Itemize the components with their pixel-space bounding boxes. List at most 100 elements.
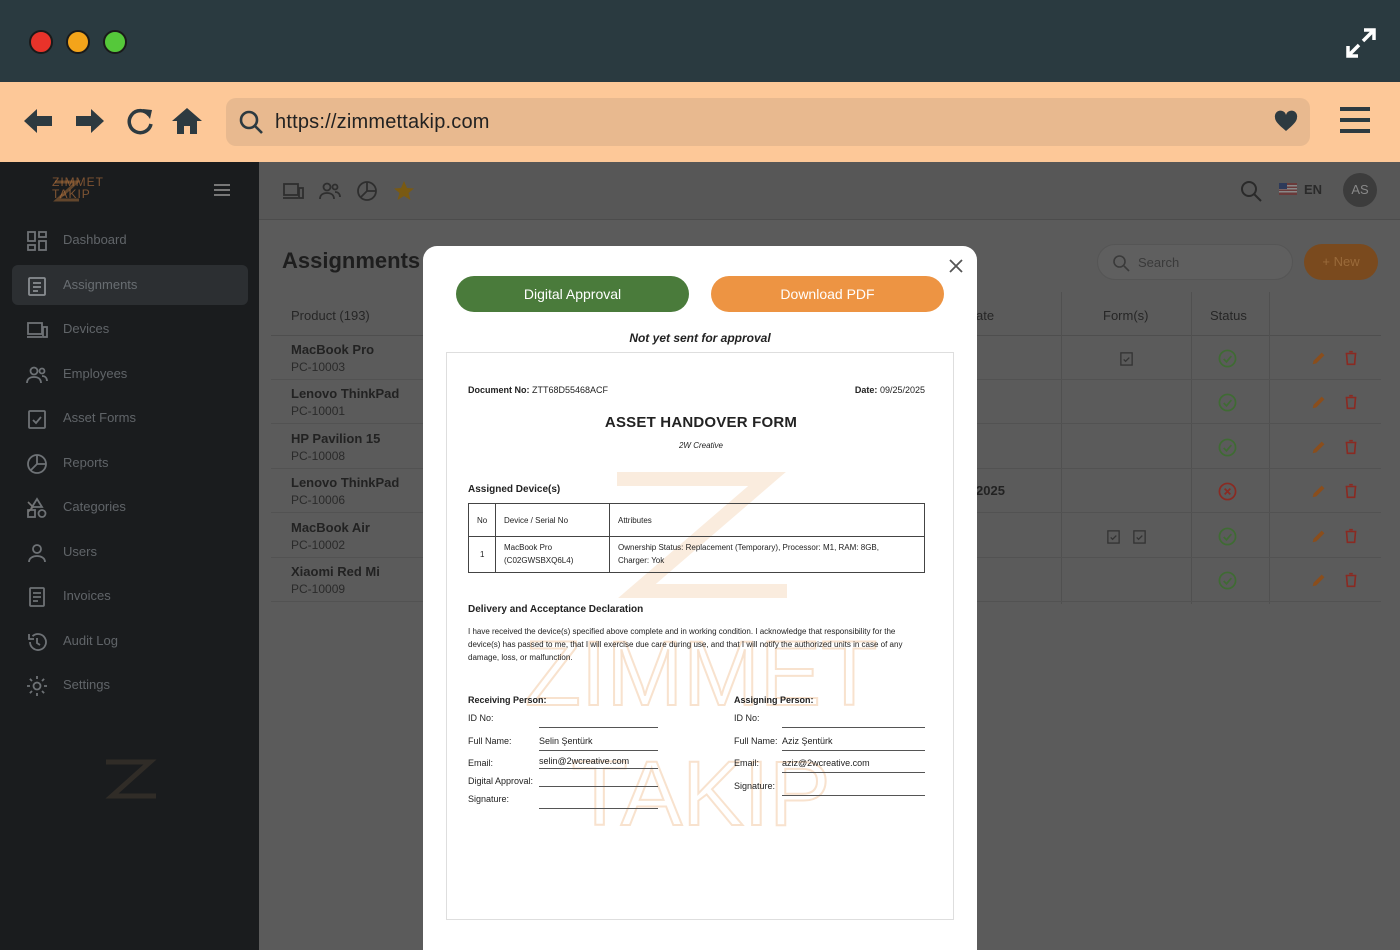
form-document-icon[interactable] — [1106, 529, 1121, 544]
language-selector[interactable]: EN — [1304, 182, 1322, 197]
trash-icon[interactable] — [1342, 482, 1360, 500]
signature-line — [539, 768, 658, 769]
search-icon — [1113, 255, 1130, 272]
sidebar-item-invoices[interactable]: Invoices — [12, 576, 248, 616]
search-icon[interactable] — [1240, 180, 1262, 202]
digital-approval-button[interactable]: Digital Approval — [456, 276, 689, 312]
collapse-menu-icon[interactable] — [214, 184, 230, 196]
trash-icon[interactable] — [1342, 349, 1360, 367]
minimize-window-button[interactable] — [66, 30, 90, 54]
search-icon — [239, 110, 263, 134]
zoom-window-button[interactable] — [103, 30, 127, 54]
sidebar-item-devices[interactable]: Devices — [12, 309, 248, 349]
address-bar[interactable]: https://zimmettakip.com — [226, 98, 1310, 146]
doc-company: 2W Creative — [678, 441, 723, 450]
trash-icon[interactable] — [1342, 527, 1360, 545]
trash-icon[interactable] — [1342, 393, 1360, 411]
doc-date-line: Date: 09/25/2025 — [855, 385, 925, 395]
edit-pencil-icon[interactable] — [1310, 393, 1328, 411]
home-icon[interactable] — [170, 104, 204, 138]
check-circle-icon — [1218, 349, 1237, 368]
product-name[interactable]: Lenovo ThinkPad — [291, 475, 399, 490]
star-icon[interactable] — [393, 180, 415, 202]
logo-text: ZIMMET TAKIP — [52, 175, 104, 201]
gear-icon — [27, 676, 47, 696]
sidebar-item-audit-log[interactable]: Audit Log — [12, 621, 248, 661]
document-preview: ZIMMET TAKIP Document No: ZTT68D55468ACF… — [446, 352, 954, 920]
fullscreen-icon[interactable] — [1344, 26, 1378, 60]
us-flag-icon — [1279, 183, 1297, 195]
receiving-approval-label: Digital Approval: — [468, 776, 534, 786]
sidebar: ZIMMET TAKIP Dashboard Assignments Devic… — [0, 162, 259, 950]
user-icon — [28, 544, 46, 563]
devices-icon[interactable] — [282, 180, 304, 202]
form-document-icon[interactable] — [1119, 351, 1134, 366]
sidebar-item-users[interactable]: Users — [12, 532, 248, 572]
sidebar-item-assignments[interactable]: Assignments — [12, 265, 248, 305]
trash-icon[interactable] — [1342, 571, 1360, 589]
column-header-date[interactable]: ate — [976, 308, 994, 323]
sidebar-item-reports[interactable]: Reports — [12, 443, 248, 483]
avatar[interactable]: AS — [1343, 173, 1377, 207]
product-name[interactable]: HP Pavilion 15 — [291, 431, 380, 446]
invoice-icon — [29, 587, 45, 607]
product-name[interactable]: MacBook Air — [291, 520, 370, 535]
reload-icon[interactable] — [123, 104, 157, 138]
sidebar-item-label: Assignments — [63, 277, 138, 292]
doc-date: 09/25/2025 — [879, 385, 925, 395]
menu-icon[interactable] — [1340, 104, 1370, 136]
column-header-status[interactable]: Status — [1210, 308, 1247, 323]
assigning-heading: Assigning Person: — [734, 695, 814, 705]
table-cell-device: MacBook Pro — [504, 543, 553, 552]
heart-icon[interactable] — [1274, 110, 1298, 134]
check-circle-icon — [1218, 527, 1237, 546]
sidebar-item-dashboard[interactable]: Dashboard — [12, 220, 248, 260]
history-icon — [28, 633, 47, 651]
product-name[interactable]: Xiaomi Red Mi — [291, 564, 380, 579]
edit-pencil-icon[interactable] — [1310, 571, 1328, 589]
edit-pencil-icon[interactable] — [1310, 438, 1328, 456]
sidebar-item-settings[interactable]: Settings — [12, 665, 248, 705]
table-cell-serial: (C02GWSBXQ6L4) — [504, 556, 574, 565]
signature-line — [539, 750, 658, 751]
page-title: Assignments — [282, 248, 421, 273]
sidebar-item-categories[interactable]: Categories — [12, 487, 248, 527]
new-button[interactable]: + New — [1304, 244, 1378, 280]
forward-arrow-icon[interactable] — [73, 104, 107, 138]
assigning-id-label: ID No: — [734, 713, 760, 723]
people-icon[interactable] — [319, 180, 341, 202]
trash-icon[interactable] — [1342, 438, 1360, 456]
table-divider — [469, 536, 924, 537]
sidebar-item-employees[interactable]: Employees — [12, 354, 248, 394]
column-header-forms[interactable]: Form(s) — [1103, 308, 1149, 323]
sidebar-item-label: Categories — [63, 499, 126, 514]
sidebar-item-asset-forms[interactable]: Asset Forms — [12, 398, 248, 438]
pie-chart-icon[interactable] — [356, 180, 378, 202]
close-window-button[interactable] — [29, 30, 53, 54]
search-input[interactable]: Search — [1097, 244, 1293, 280]
check-circle-icon — [1218, 571, 1237, 590]
edit-pencil-icon[interactable] — [1310, 349, 1328, 367]
product-name[interactable]: Lenovo ThinkPad — [291, 386, 399, 401]
close-icon[interactable] — [948, 258, 964, 274]
edit-pencil-icon[interactable] — [1310, 482, 1328, 500]
download-pdf-button[interactable]: Download PDF — [711, 276, 944, 312]
product-name[interactable]: MacBook Pro — [291, 342, 374, 357]
approval-status-text: Not yet sent for approval — [629, 331, 771, 345]
back-arrow-icon[interactable] — [21, 104, 55, 138]
signature-line — [539, 786, 658, 787]
assigning-email: aziz@2wcreative.com — [782, 758, 870, 768]
sidebar-item-label: Settings — [63, 677, 110, 692]
edit-pencil-icon[interactable] — [1310, 527, 1328, 545]
column-header-product[interactable]: Product (193) — [291, 308, 370, 323]
form-download-icon[interactable] — [1132, 529, 1147, 544]
doc-date-label: Date: — [854, 385, 878, 395]
sidebar-item-label: Devices — [63, 321, 110, 336]
doc-number-line: Document No: ZTT68D55468ACF — [468, 385, 608, 395]
check-circle-icon — [1218, 393, 1237, 412]
topbar: EN AS — [259, 162, 1400, 220]
receiving-heading: Receiving Person: — [468, 695, 547, 705]
pie-chart-icon — [27, 454, 47, 474]
product-id: PC-10002 — [291, 538, 346, 552]
assignment-date: 2025 — [976, 483, 1005, 498]
